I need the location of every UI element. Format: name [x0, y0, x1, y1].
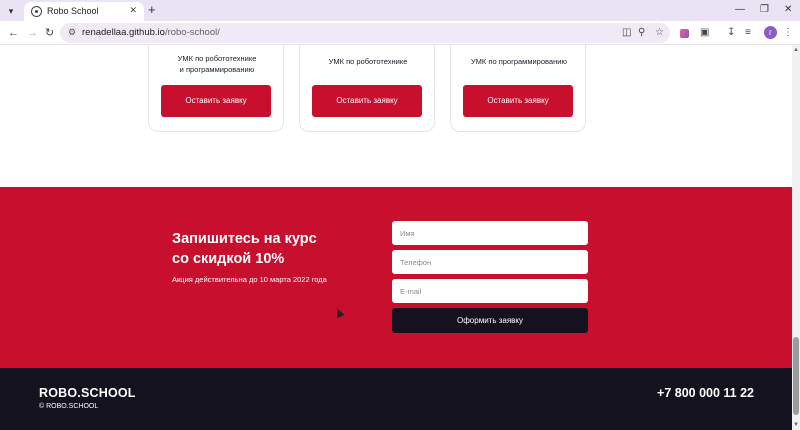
course-card: УМК по робототехнике и программированию …: [148, 45, 284, 132]
forward-arrow-icon[interactable]: →: [27, 25, 38, 41]
course-card-description: УМК по робототехнике: [328, 57, 408, 66]
signup-subtitle: Акция действительна до 10 марта 2022 год…: [172, 275, 327, 284]
address-bar[interactable]: ⚙ renadellaa.github.io/robo-school/ ◫ ⚲ …: [60, 23, 670, 43]
back-arrow-icon[interactable]: ←: [8, 25, 19, 41]
scroll-down-arrow-icon[interactable]: ▼: [792, 422, 800, 428]
browser-tab[interactable]: Robo School ✕: [24, 2, 144, 21]
signup-title: Запишитесь на курс со скидкой 10%: [172, 231, 317, 267]
extension-icon[interactable]: [680, 29, 689, 38]
page-scrollbar[interactable]: ▲ ▼: [792, 45, 800, 430]
footer: ROBO.SCHOOL © ROBO.SCHOOL +7 800 000 11 …: [0, 368, 792, 430]
tab-search-chevron-icon[interactable]: ▾: [4, 4, 18, 18]
submit-application-button[interactable]: Оформить заявку: [392, 308, 588, 333]
page-viewport: УМК по робототехнике и программированию …: [0, 45, 792, 430]
url-host: renadellaa.github.io: [82, 27, 165, 38]
extensions-puzzle-icon[interactable]: ▣: [700, 27, 709, 39]
tab-title: Robo School: [47, 6, 99, 16]
globe-favicon-icon: [31, 6, 42, 17]
profile-avatar[interactable]: г: [764, 26, 777, 39]
course-card-description: УМК по робототехнике и программированию: [177, 54, 257, 74]
minimize-window-icon[interactable]: —: [735, 3, 745, 17]
apply-button[interactable]: Оставить заявку: [312, 85, 422, 117]
translate-icon[interactable]: ◫: [622, 27, 631, 38]
reload-icon[interactable]: ↻: [45, 25, 54, 41]
download-icon[interactable]: ↧: [727, 27, 735, 39]
site-info-icon[interactable]: ⚙: [68, 27, 76, 38]
bookmark-star-icon[interactable]: ☆: [655, 27, 664, 38]
zoom-icon[interactable]: ⚲: [638, 27, 645, 38]
course-card-description: УМК по программированию: [470, 57, 568, 66]
course-card: УМК по робототехнике Оставить заявку: [299, 45, 435, 132]
email-input[interactable]: [392, 279, 588, 303]
footer-phone-link[interactable]: +7 800 000 11 22: [657, 386, 754, 400]
tab-close-icon[interactable]: ✕: [129, 5, 137, 16]
signup-section: Запишитесь на курс со скидкой 10% Акция …: [0, 187, 792, 368]
footer-logo[interactable]: ROBO.SCHOOL: [39, 386, 136, 400]
browser-toolbar: ← → ↻ ⚙ renadellaa.github.io/robo-school…: [0, 21, 800, 45]
phone-input[interactable]: [392, 250, 588, 274]
apply-button[interactable]: Оставить заявку: [161, 85, 271, 117]
media-controls-icon[interactable]: ≡: [745, 27, 751, 39]
browser-menu-icon[interactable]: ⋮: [783, 27, 793, 39]
url-text: renadellaa.github.io/robo-school/: [82, 27, 220, 38]
footer-copyright: © ROBO.SCHOOL: [39, 403, 99, 410]
apply-button[interactable]: Оставить заявку: [463, 85, 573, 117]
scroll-up-arrow-icon[interactable]: ▲: [792, 47, 800, 53]
close-window-icon[interactable]: ✕: [784, 3, 792, 17]
scrollbar-thumb[interactable]: [793, 337, 799, 415]
browser-tab-strip: ▾ Robo School ✕ + — ❐ ✕: [0, 0, 800, 21]
course-card: УМК по программированию Оставить заявку: [450, 45, 586, 132]
url-path: /robo-school/: [164, 27, 220, 38]
name-input[interactable]: [392, 221, 588, 245]
restore-window-icon[interactable]: ❐: [760, 3, 769, 17]
new-tab-plus-icon[interactable]: +: [148, 2, 156, 18]
